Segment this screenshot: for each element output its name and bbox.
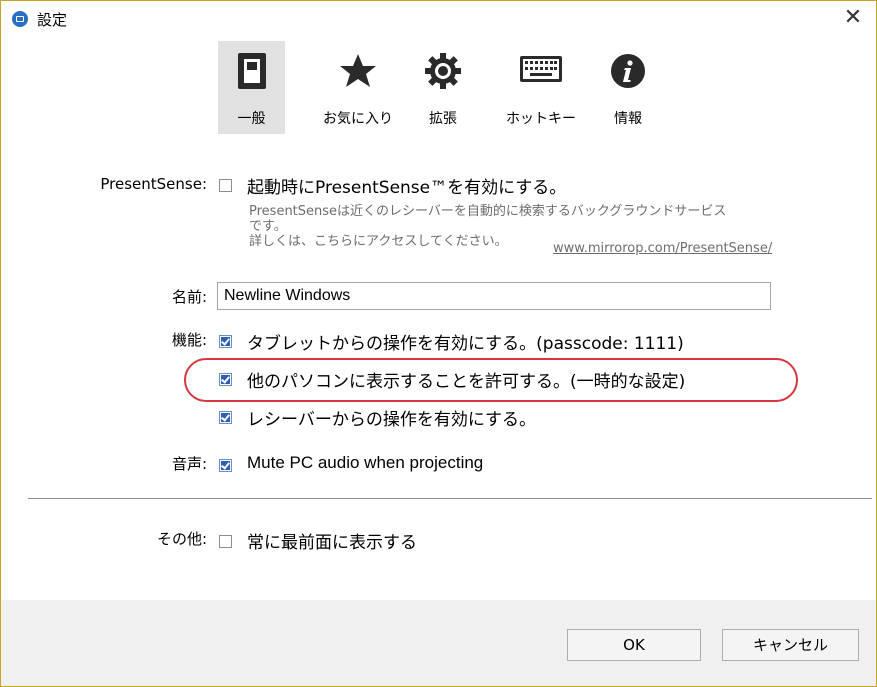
tab-info-label: 情報 (614, 111, 642, 127)
presentsense-note-line2: です。 (249, 219, 287, 234)
allow-other-pc-checkbox[interactable] (219, 373, 232, 386)
tablet-control-text: タブレットからの操作を有効にする。(passcode: 1111) (247, 334, 684, 354)
always-on-top-text: 常に最前面に表示する (247, 533, 417, 553)
tab-hotkey-label: ホットキー (506, 111, 576, 127)
mute-audio-text: Mute PC audio when projecting (247, 453, 484, 472)
tab-general-label: 一般 (237, 111, 266, 127)
features-label: 機能: (171, 331, 207, 349)
tab-extension-label: 拡張 (429, 111, 457, 127)
star-icon (340, 54, 376, 87)
divider (28, 498, 872, 499)
presentsense-label: PresentSense: (100, 175, 207, 193)
presentsense-link[interactable]: www.mirrorop.com/PresentSense/ (553, 241, 772, 256)
presentsense-checkbox-text: 起動時にPresentSense™を有効にする。 (247, 178, 567, 198)
tab-info[interactable]: 情報 (602, 41, 654, 134)
receiver-control-checkbox[interactable] (219, 411, 232, 424)
other-label: その他: (156, 530, 207, 548)
audio-label: 音声: (171, 455, 207, 473)
settings-window: 設定 ✕ 一般 お気に入り 拡張 ホットキー 情報 PresentSense: … (0, 0, 877, 687)
general-panel-icon (237, 53, 266, 89)
tab-favorites-label: お気に入り (323, 111, 393, 127)
name-field[interactable] (217, 282, 771, 310)
allow-other-pc-text: 他のパソコンに表示することを許可する。(一時的な設定) (247, 372, 686, 392)
tab-general[interactable]: 一般 (218, 41, 285, 134)
presentsense-note-line3: 詳しくは、こちらにアクセスしてください。 (249, 234, 508, 249)
close-button[interactable]: ✕ (840, 5, 866, 31)
cancel-button[interactable]: キャンセル (722, 629, 859, 661)
receiver-control-text: レシーバーからの操作を有効にする。 (247, 410, 536, 430)
app-icon (12, 11, 28, 27)
tab-hotkey[interactable]: ホットキー (501, 41, 581, 134)
gear-icon (425, 53, 461, 89)
info-icon (611, 54, 645, 88)
title-bar: 設定 ✕ (1, 1, 876, 35)
presentsense-note-line1: PresentSenseは近くのレシーバーを自動的に検索するバックグラウンドサー… (249, 204, 727, 219)
always-on-top-checkbox[interactable] (219, 535, 232, 548)
tab-favorites[interactable]: お気に入り (312, 41, 404, 134)
presentsense-checkbox[interactable] (219, 179, 232, 192)
name-label: 名前: (171, 288, 207, 306)
keyboard-icon (520, 56, 562, 82)
ok-button[interactable]: OK (567, 629, 701, 661)
mute-audio-checkbox[interactable] (219, 459, 232, 472)
close-icon: ✕ (843, 5, 863, 30)
tab-extension[interactable]: 拡張 (415, 41, 471, 134)
tablet-control-checkbox[interactable] (219, 335, 232, 348)
window-title: 設定 (37, 11, 68, 29)
